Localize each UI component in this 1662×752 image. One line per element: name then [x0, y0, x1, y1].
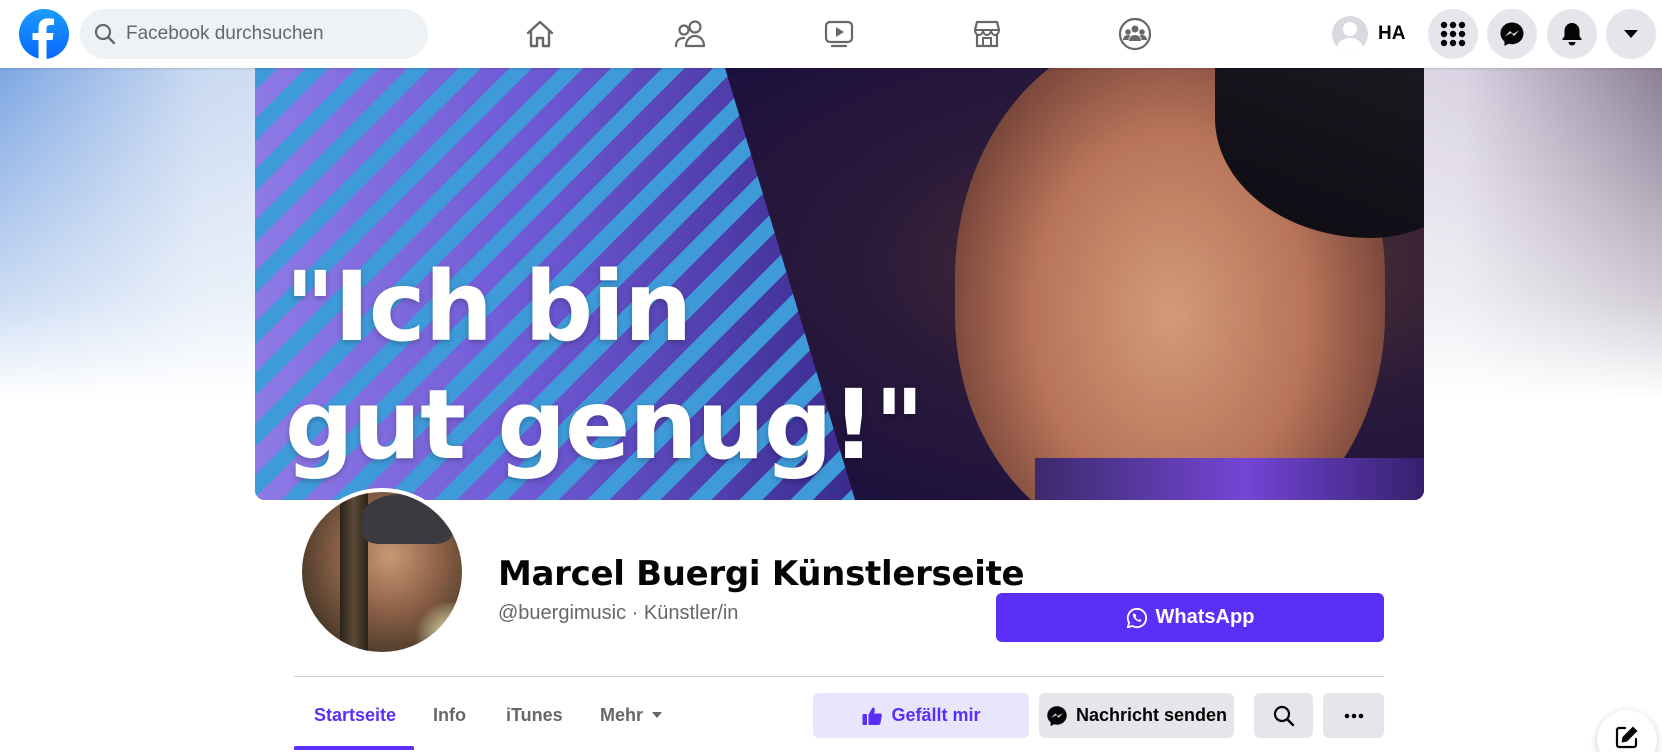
- send-message-label: Nachricht senden: [1075, 705, 1228, 725]
- tab-itunes[interactable]: iTunes: [506, 695, 563, 735]
- new-message-button[interactable]: [1597, 710, 1657, 752]
- search-bar[interactable]: [80, 9, 428, 59]
- like-button[interactable]: Gefällt mir: [813, 693, 1029, 738]
- profile-picture[interactable]: [298, 488, 466, 656]
- tab-mehr[interactable]: Mehr: [600, 695, 663, 735]
- user-initials: HA: [1378, 23, 1406, 44]
- page-search-button[interactable]: [1254, 693, 1313, 738]
- chevron-down-icon: [1624, 30, 1638, 38]
- active-tab-indicator: [294, 746, 414, 750]
- tab-label: Startseite: [314, 704, 397, 725]
- friends-icon: [674, 20, 706, 48]
- page-title: Marcel Buergi Künstlerseite: [498, 554, 1025, 594]
- send-message-button[interactable]: Nachricht senden: [1039, 693, 1234, 738]
- messenger-button[interactable]: [1487, 9, 1537, 59]
- tab-label: iTunes: [506, 704, 563, 725]
- compose-icon: [1615, 726, 1638, 749]
- tab-label: Mehr: [600, 704, 644, 725]
- watch-nav-button[interactable]: [809, 12, 869, 56]
- more-options-button[interactable]: [1323, 693, 1384, 738]
- search-input[interactable]: [126, 23, 396, 45]
- like-label: Gefällt mir: [891, 705, 981, 725]
- account-dropdown-button[interactable]: [1606, 9, 1656, 59]
- thumbs-up-icon: [862, 707, 883, 725]
- groups-icon: [1118, 17, 1152, 51]
- menu-grid-icon: [1440, 21, 1466, 47]
- avatar: [1332, 16, 1368, 52]
- notifications-button[interactable]: [1547, 9, 1597, 59]
- menu-button[interactable]: [1428, 9, 1478, 59]
- profile-shortcut[interactable]: HA: [1332, 14, 1405, 54]
- caret-down-icon: [652, 712, 663, 718]
- whatsapp-button[interactable]: WhatsApp: [996, 593, 1384, 642]
- messenger-icon: [1500, 22, 1524, 46]
- top-navigation-bar: HA: [0, 0, 1662, 68]
- facebook-logo-icon[interactable]: [19, 9, 69, 59]
- search-icon: [1273, 705, 1294, 726]
- page-subtitle: @buergimusic · Künstler/in: [498, 602, 739, 624]
- groups-nav-button[interactable]: [1105, 12, 1165, 56]
- marketplace-icon: [973, 20, 1001, 48]
- cover-quote-line-2: gut genug!": [285, 369, 924, 481]
- cover-quote-line-1: "Ich bin: [285, 251, 692, 363]
- tab-info[interactable]: Info: [433, 695, 466, 735]
- cover-quote: "Ich bin gut genug!": [285, 248, 924, 484]
- more-dots-icon: [1344, 713, 1363, 718]
- watch-icon: [824, 20, 854, 48]
- whatsapp-icon: [1126, 607, 1147, 628]
- messenger-icon: [1047, 705, 1067, 726]
- notifications-icon: [1562, 23, 1582, 46]
- marketplace-nav-button[interactable]: [957, 12, 1017, 56]
- search-icon: [94, 23, 116, 45]
- home-nav-button[interactable]: [510, 12, 570, 56]
- home-icon: [526, 20, 554, 48]
- cover-photo[interactable]: "Ich bin gut genug!": [255, 68, 1424, 500]
- divider: [294, 676, 1384, 677]
- tab-startseite[interactable]: Startseite: [314, 695, 396, 735]
- tab-label: Info: [433, 704, 466, 725]
- friends-nav-button[interactable]: [660, 12, 720, 56]
- whatsapp-label: WhatsApp: [1155, 606, 1255, 628]
